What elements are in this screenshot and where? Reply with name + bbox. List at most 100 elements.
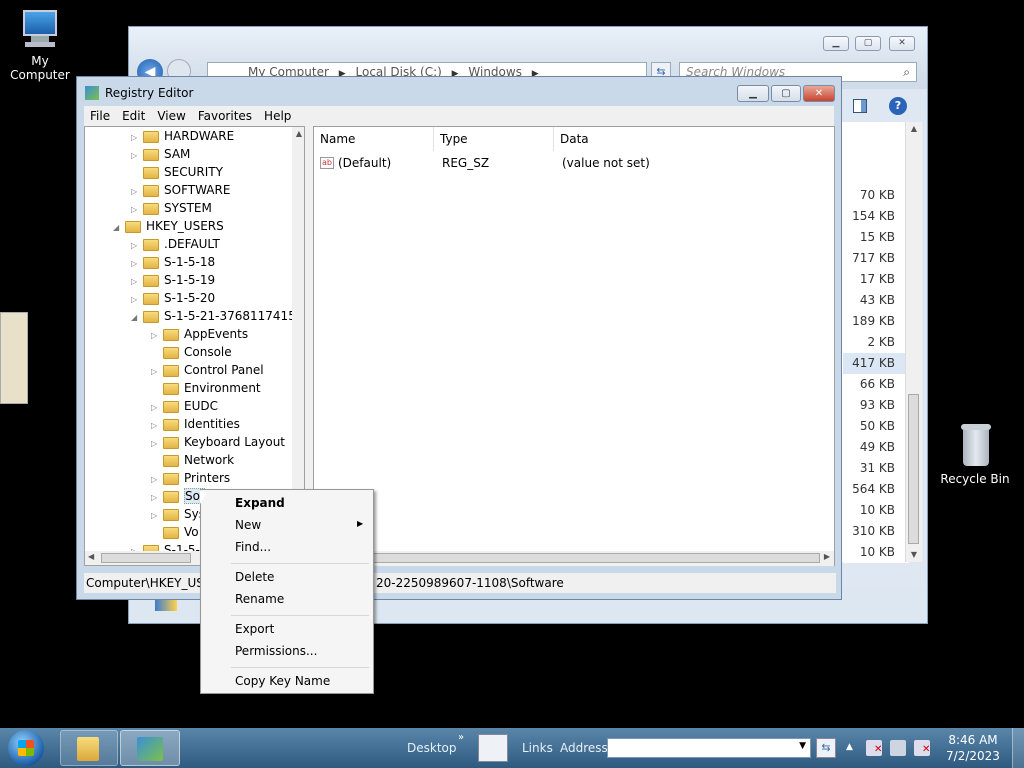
tablet-input-icon[interactable] (478, 734, 508, 762)
desktop-toolbar-label[interactable]: Desktop (407, 728, 457, 768)
scroll-down-arrow-icon[interactable]: ▼ (906, 548, 922, 562)
tree-node[interactable]: SECURITY (131, 163, 223, 181)
scroll-thumb[interactable] (908, 394, 919, 544)
tree-node[interactable]: ▷ AppEvents (151, 325, 248, 343)
tree-node[interactable]: ▷ SAM (131, 145, 190, 163)
tree-node[interactable]: ▷ Control Panel (151, 361, 264, 379)
tree-node[interactable]: ▷ SYSTEM (131, 199, 212, 217)
toolbar-chevron-icon[interactable]: » (458, 732, 464, 743)
scroll-thumb[interactable] (101, 553, 191, 563)
scroll-right-arrow-icon[interactable]: ▶ (824, 552, 830, 561)
context-menu-new[interactable]: New (235, 515, 261, 535)
tree-node[interactable]: ▷ Printers (151, 469, 230, 487)
notes-gadget-icon[interactable] (0, 312, 28, 404)
menu-help[interactable]: Help (258, 106, 297, 126)
tree-node[interactable]: ▷ S-1-5-19 (131, 271, 215, 289)
registry-editor-window: Registry Editor ▁ ▢ ✕ File Edit View Favori… (76, 76, 842, 600)
folder-icon (163, 490, 179, 503)
taskbar-regedit-button[interactable] (120, 730, 180, 766)
tree-node[interactable]: Environment (151, 379, 261, 397)
registry-values-list[interactable]: Name Type Data ab (Default) REG_SZ (valu… (313, 126, 835, 566)
status-path-left: Computer\HKEY_USE (86, 576, 212, 590)
column-header-name[interactable]: Name (314, 127, 434, 151)
volume-icon[interactable]: ✕ (914, 740, 930, 756)
tree-node[interactable]: ▷ EUDC (151, 397, 218, 415)
column-header-data[interactable]: Data (554, 127, 834, 151)
list-horizontal-scrollbar[interactable]: ▶ (314, 551, 834, 566)
minimize-button[interactable]: ▁ (737, 85, 769, 102)
recycle-bin-icon (959, 424, 991, 468)
tree-node-label: SECURITY (164, 165, 223, 179)
expand-arrow-icon[interactable]: ◢ (113, 219, 125, 237)
submenu-arrow-icon: ▶ (357, 519, 364, 528)
scroll-thumb[interactable] (330, 553, 820, 563)
column-header-type[interactable]: Type (434, 127, 554, 151)
tree-node[interactable]: ▷ SOFTWARE (131, 181, 230, 199)
address-toolbar-label: Address (560, 741, 608, 755)
tree-node[interactable]: ▷ S-1-5-18 (131, 253, 215, 271)
string-value-icon: ab (320, 157, 334, 169)
close-button[interactable]: ✕ (803, 85, 835, 102)
maximize-button[interactable]: ▢ (771, 85, 801, 102)
address-go-icon[interactable]: ⇆ (816, 738, 836, 758)
file-size: 66 KB (859, 377, 895, 391)
context-menu-permissions[interactable]: Permissions... (235, 641, 317, 661)
desktop-icon-recycle-bin[interactable]: Recycle Bin (935, 424, 1015, 486)
menu-view[interactable]: View (151, 106, 191, 126)
value-name[interactable]: (Default) (338, 154, 391, 172)
tree-node[interactable]: ▷ Identities (151, 415, 240, 433)
scroll-up-arrow-icon[interactable]: ▲ (292, 127, 304, 141)
tree-node-label: Environment (184, 381, 261, 395)
taskbar-explorer-button[interactable] (60, 730, 118, 766)
explorer-close-button[interactable]: ✕ (889, 36, 915, 51)
tree-node[interactable]: ▷ .DEFAULT (131, 235, 220, 253)
tree-node[interactable]: ▷ Sof (151, 487, 206, 505)
clock-date: 7/2/2023 (946, 749, 1000, 763)
tree-node[interactable]: ◢ HKEY_USERS (113, 217, 224, 235)
scroll-up-arrow-icon[interactable]: ▲ (906, 122, 922, 136)
context-menu-copy-key-name[interactable]: Copy Key Name (235, 671, 330, 691)
links-toolbar-label[interactable]: Links (522, 728, 553, 768)
tree-node[interactable]: Console (151, 343, 232, 361)
explorer-vertical-scrollbar[interactable]: ▲ ▼ (905, 122, 922, 562)
explorer-maximize-button[interactable]: ▢ (855, 36, 881, 51)
folder-icon (163, 418, 179, 431)
tree-node[interactable]: ◢ S-1-5-21-3768117415-57 (131, 307, 304, 327)
tree-node-label: Keyboard Layout (184, 435, 286, 449)
menu-edit[interactable]: Edit (116, 106, 151, 126)
file-size: 70 KB (859, 188, 895, 202)
context-menu-delete[interactable]: Delete (235, 567, 274, 587)
tree-node[interactable]: ▷ HARDWARE (131, 127, 234, 145)
menu-favorites[interactable]: Favorites (192, 106, 258, 126)
expand-arrow-icon[interactable]: ◢ (131, 309, 143, 327)
context-menu-find[interactable]: Find... (235, 537, 271, 557)
tree-node[interactable]: ▷ Sys (151, 505, 205, 523)
dropdown-arrow-icon[interactable]: ▼ (799, 741, 806, 751)
tree-node[interactable]: ▷ S-1-5-20 (131, 289, 215, 307)
tree-node[interactable]: ▷ Keyboard Layout (151, 433, 285, 451)
taskbar-address-input[interactable]: ▼ (607, 738, 811, 758)
show-desktop-button[interactable] (1012, 728, 1024, 768)
start-button[interactable] (8, 730, 44, 766)
desktop-icon-my-computer[interactable]: My Computer (0, 10, 80, 82)
network-icon[interactable] (890, 740, 906, 756)
scroll-left-arrow-icon[interactable]: ◀ (88, 552, 94, 561)
tree-node[interactable]: Network (151, 451, 234, 469)
context-menu-export[interactable]: Export (235, 619, 274, 639)
tree-node-label: HKEY_USERS (146, 219, 224, 233)
tree-node-label: SOFTWARE (164, 183, 231, 197)
help-icon[interactable]: ? (889, 97, 907, 115)
tree-node[interactable]: Vo (151, 523, 199, 541)
clock[interactable]: 8:46 AM 7/2/2023 (940, 732, 1006, 764)
folder-icon (163, 346, 179, 359)
explorer-minimize-button[interactable]: ▁ (823, 36, 849, 51)
context-menu-rename[interactable]: Rename (235, 589, 284, 609)
folder-icon (163, 400, 179, 413)
preview-pane-icon[interactable] (853, 99, 867, 113)
context-menu-expand[interactable]: Expand (235, 493, 285, 513)
file-size-selected[interactable]: 417 KB (843, 353, 909, 374)
show-hidden-icons-icon[interactable]: ▲ (846, 742, 853, 752)
menu-bar: File Edit View Favorites Help (84, 106, 834, 126)
action-center-icon[interactable]: ✕ (866, 740, 882, 756)
menu-file[interactable]: File (84, 106, 116, 126)
